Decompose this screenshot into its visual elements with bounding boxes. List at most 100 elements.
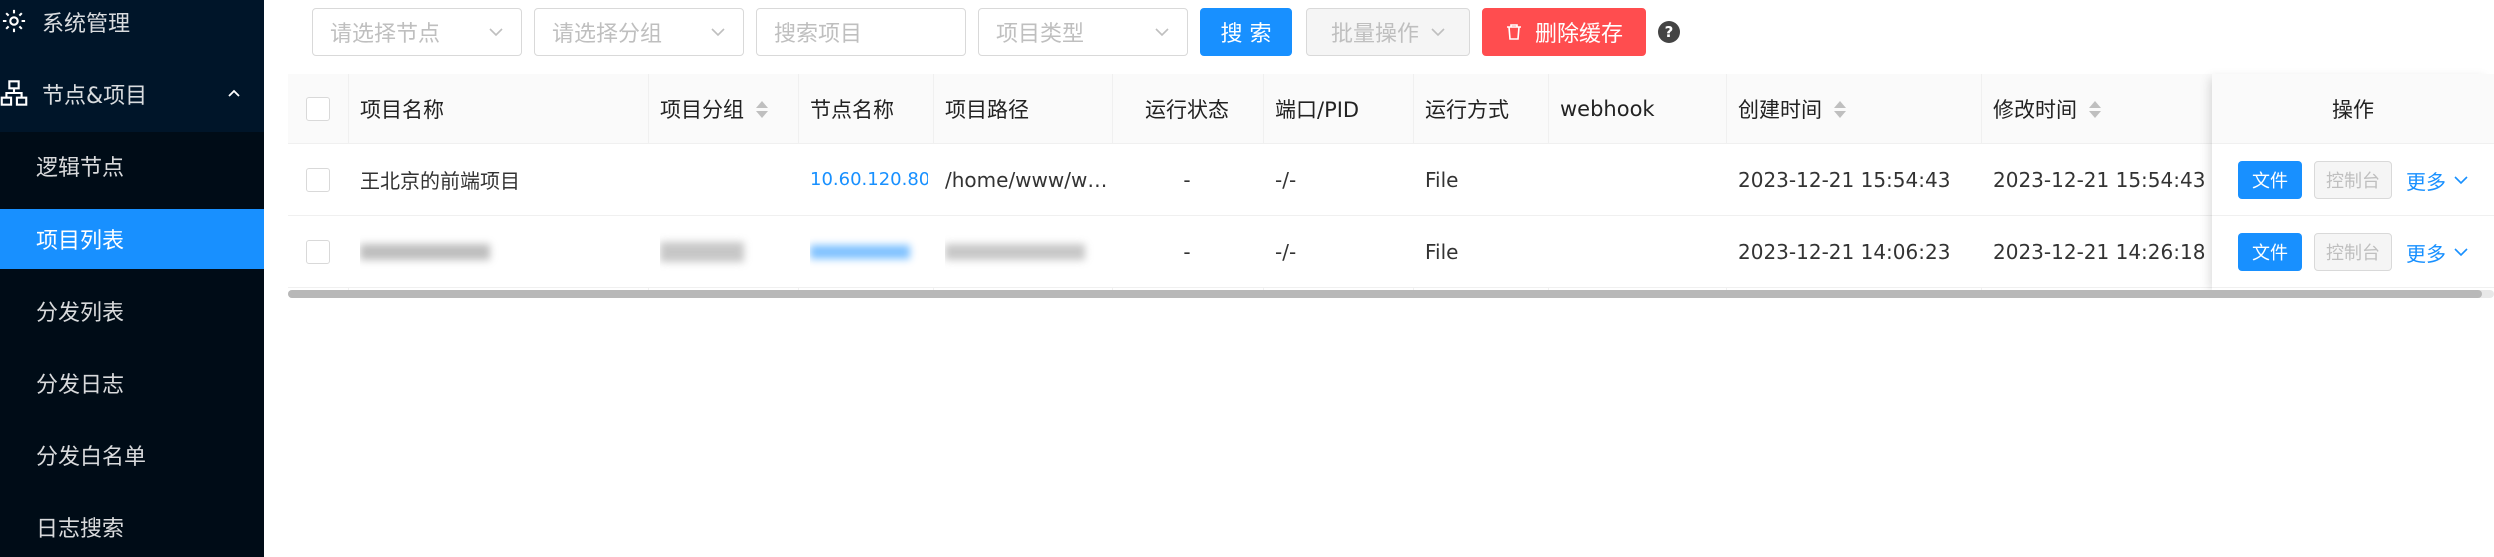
- node-name-redacted[interactable]: [810, 216, 928, 287]
- run-mode: File: [1425, 239, 1459, 264]
- button-label: 删除缓存: [1534, 22, 1623, 47]
- menu-logic-nodes[interactable]: 逻辑节点: [0, 136, 264, 196]
- run-status: -: [1183, 239, 1191, 264]
- menu-dispatch-whitelist[interactable]: 分发白名单: [0, 425, 264, 485]
- menu-label: 分发日志: [36, 373, 125, 398]
- select-placeholder: 请选择节点: [330, 22, 441, 47]
- menu-label: 节点&项目: [42, 84, 148, 109]
- row-checkbox-cell: [306, 216, 340, 287]
- button-label: 搜 索: [1220, 22, 1272, 47]
- chevron-down-icon: [711, 28, 725, 37]
- menu-node-project[interactable]: 节点&项目: [0, 64, 264, 124]
- more-label: 更多: [2406, 241, 2446, 266]
- console-button[interactable]: 控制台: [2314, 161, 2392, 199]
- modified-time: 2023-12-21 15:54:43: [1993, 167, 2206, 192]
- select-placeholder: 项目类型: [996, 22, 1085, 47]
- project-group: [660, 144, 790, 215]
- col-header-sortable[interactable]: 修改时间: [1993, 74, 2203, 143]
- project-path: /home/www/w…: [945, 167, 1107, 192]
- search-input[interactable]: 搜索项目: [756, 8, 966, 56]
- col-header: 运行状态: [1145, 97, 1229, 122]
- port-pid: -/-: [1275, 167, 1297, 192]
- group-select[interactable]: 请选择分组: [534, 8, 744, 56]
- redacted-block: [660, 241, 744, 262]
- select-all-checkbox[interactable]: [306, 96, 330, 121]
- modified-time: 2023-12-21 14:26:18: [1993, 239, 2206, 264]
- row-checkbox[interactable]: [306, 239, 330, 264]
- col-header-sortable[interactable]: 项目分组: [660, 74, 790, 143]
- menu-label: 系统管理: [42, 12, 131, 37]
- created-time: 2023-12-21 14:06:23: [1738, 239, 1951, 264]
- col-header-label: 修改时间: [1993, 97, 2077, 122]
- port-pid: -/-: [1275, 239, 1297, 264]
- clear-cache-button[interactable]: 删除缓存: [1482, 8, 1646, 56]
- help-glyph: ?: [1664, 23, 1674, 41]
- project-table: 项目名称 项目分组 节点名称 项目路径 运行状态 端口/PID 运行方式 web…: [288, 74, 2494, 294]
- menu-label: 逻辑节点: [36, 156, 125, 181]
- more-dropdown[interactable]: 更多: [2406, 233, 2468, 271]
- menu-dispatch-log[interactable]: 分发日志: [0, 353, 264, 413]
- table-row[interactable]: 王北京的前端项目 10.60.120.80 /home/www/w… - -/-…: [288, 144, 2494, 216]
- operations-row: 文件 控制台 更多: [2212, 144, 2494, 216]
- more-label: 更多: [2406, 169, 2446, 194]
- chevron-down-icon: [2454, 176, 2468, 185]
- menu-label: 分发列表: [36, 301, 125, 326]
- project-path-redacted: [945, 216, 1107, 287]
- menu-log-search[interactable]: 日志搜索: [0, 497, 264, 557]
- sort-icon: [756, 99, 768, 119]
- chevron-up-icon: [228, 89, 240, 97]
- col-header: 项目路径: [945, 97, 1029, 122]
- col-header: 端口/PID: [1275, 97, 1360, 122]
- operations-column: 操作 文件 控制台 更多 文件 控制台 更多: [2212, 74, 2494, 294]
- sidebar: 系统管理 节点&项目 逻辑节点 项目列表 分发列表 分发日志 分发白名单 日志搜…: [0, 0, 264, 557]
- sitemap-icon: [0, 80, 28, 106]
- table-header: 项目名称 项目分组 节点名称 项目路径 运行状态 端口/PID 运行方式 web…: [288, 74, 2494, 144]
- redacted-block: [810, 244, 910, 259]
- type-select[interactable]: 项目类型: [978, 8, 1188, 56]
- trash-icon: [1506, 24, 1521, 40]
- sort-icon: [1834, 99, 1846, 119]
- col-header: webhook: [1560, 96, 1655, 121]
- menu-system-management[interactable]: 系统管理: [0, 0, 264, 52]
- project-group-redacted: [660, 216, 790, 287]
- chevron-down-icon: [1155, 28, 1169, 37]
- col-header-label: 项目分组: [660, 97, 744, 122]
- col-header-operations: 操作: [2212, 74, 2494, 144]
- select-placeholder: 请选择分组: [552, 22, 663, 47]
- sort-icon: [2089, 99, 2101, 119]
- col-header: 运行方式: [1425, 97, 1509, 122]
- row-checkbox[interactable]: [306, 167, 330, 192]
- redacted-block: [360, 243, 490, 260]
- table-row[interactable]: - -/- File 2023-12-21 14:06:23 2023-12-2…: [288, 216, 2494, 288]
- file-button[interactable]: 文件: [2238, 161, 2302, 199]
- batch-operation-button[interactable]: 批量操作: [1306, 8, 1470, 56]
- select-all-checkbox-cell: [306, 74, 340, 143]
- col-header: 项目名称: [360, 97, 444, 122]
- scrollbar-thumb[interactable]: [288, 290, 2482, 298]
- horizontal-scrollbar[interactable]: [288, 290, 2494, 298]
- run-mode: File: [1425, 167, 1459, 192]
- button-label: 批量操作: [1330, 22, 1419, 47]
- help-icon[interactable]: ?: [1658, 21, 1680, 43]
- operations-row: 文件 控制台 更多: [2212, 216, 2494, 288]
- search-button[interactable]: 搜 索: [1200, 8, 1292, 56]
- more-dropdown[interactable]: 更多: [2406, 161, 2468, 199]
- node-name-link[interactable]: 10.60.120.80: [810, 144, 928, 215]
- menu-label: 分发白名单: [36, 445, 147, 470]
- webhook: [1560, 216, 1710, 287]
- menu-project-list[interactable]: 项目列表: [0, 209, 264, 269]
- chevron-down-icon: [489, 28, 503, 37]
- col-header-sortable[interactable]: 创建时间: [1738, 74, 1968, 143]
- menu-label: 项目列表: [36, 229, 125, 254]
- col-header-label: 创建时间: [1738, 97, 1822, 122]
- redacted-block: [945, 243, 1085, 260]
- node-select[interactable]: 请选择节点: [312, 8, 522, 56]
- col-header: 节点名称: [810, 97, 894, 122]
- file-button[interactable]: 文件: [2238, 233, 2302, 271]
- menu-dispatch-list[interactable]: 分发列表: [0, 281, 264, 341]
- created-time: 2023-12-21 15:54:43: [1738, 167, 1951, 192]
- console-button[interactable]: 控制台: [2314, 233, 2392, 271]
- row-checkbox-cell: [306, 144, 340, 215]
- gear-icon: [2, 9, 26, 33]
- project-name-redacted: [360, 216, 640, 287]
